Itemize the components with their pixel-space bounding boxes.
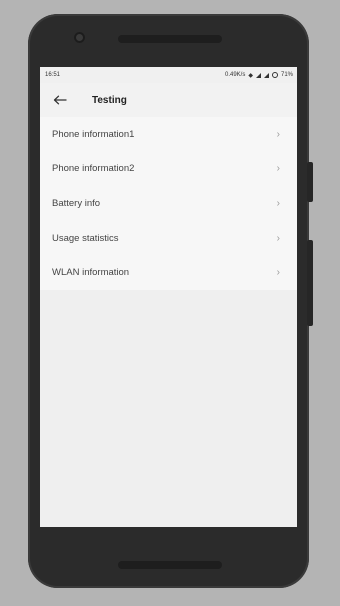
chevron-right-icon: › (276, 128, 280, 140)
volume-button (307, 162, 313, 202)
power-button (307, 240, 313, 326)
arrow-left-icon[interactable] (53, 95, 67, 105)
screen: 16:51 0.49K/s ◆ 71% Testing Phone inform… (40, 67, 297, 527)
menu-item-label: Usage statistics (52, 232, 119, 244)
network-speed: 0.49K/s (225, 72, 246, 78)
menu-item-label: Phone information2 (52, 163, 135, 175)
wifi-icon: ◆ (248, 72, 253, 79)
menu-item-battery-info[interactable]: Battery info › (40, 186, 297, 221)
earpiece-speaker (118, 35, 222, 43)
page-title: Testing (92, 94, 127, 106)
camera-icon (74, 32, 85, 43)
battery-percent: 71% (280, 72, 293, 78)
chevron-right-icon: › (276, 197, 280, 209)
menu-item-phone-information2[interactable]: Phone information2 › (40, 152, 297, 187)
status-icons: 0.49K/s ◆ 71% (225, 72, 293, 79)
chevron-right-icon: › (276, 232, 280, 244)
app-toolbar: Testing (40, 83, 297, 117)
signal-icon (255, 72, 261, 78)
chevron-right-icon: › (276, 163, 280, 175)
menu-item-wlan-information[interactable]: WLAN information › (40, 255, 297, 290)
chevron-right-icon: › (276, 267, 280, 279)
menu-item-usage-statistics[interactable]: Usage statistics › (40, 221, 297, 256)
battery-icon (271, 72, 278, 78)
signal-icon-2 (263, 72, 269, 78)
menu-item-phone-information1[interactable]: Phone information1 › (40, 117, 297, 152)
menu-list: Phone information1 › Phone information2 … (40, 117, 297, 290)
menu-item-label: Battery info (52, 197, 101, 209)
status-time: 16:51 (45, 72, 61, 78)
bottom-speaker (118, 561, 222, 569)
menu-item-label: Phone information1 (52, 128, 135, 140)
menu-item-label: WLAN information (52, 267, 130, 279)
status-bar: 16:51 0.49K/s ◆ 71% (40, 67, 297, 83)
